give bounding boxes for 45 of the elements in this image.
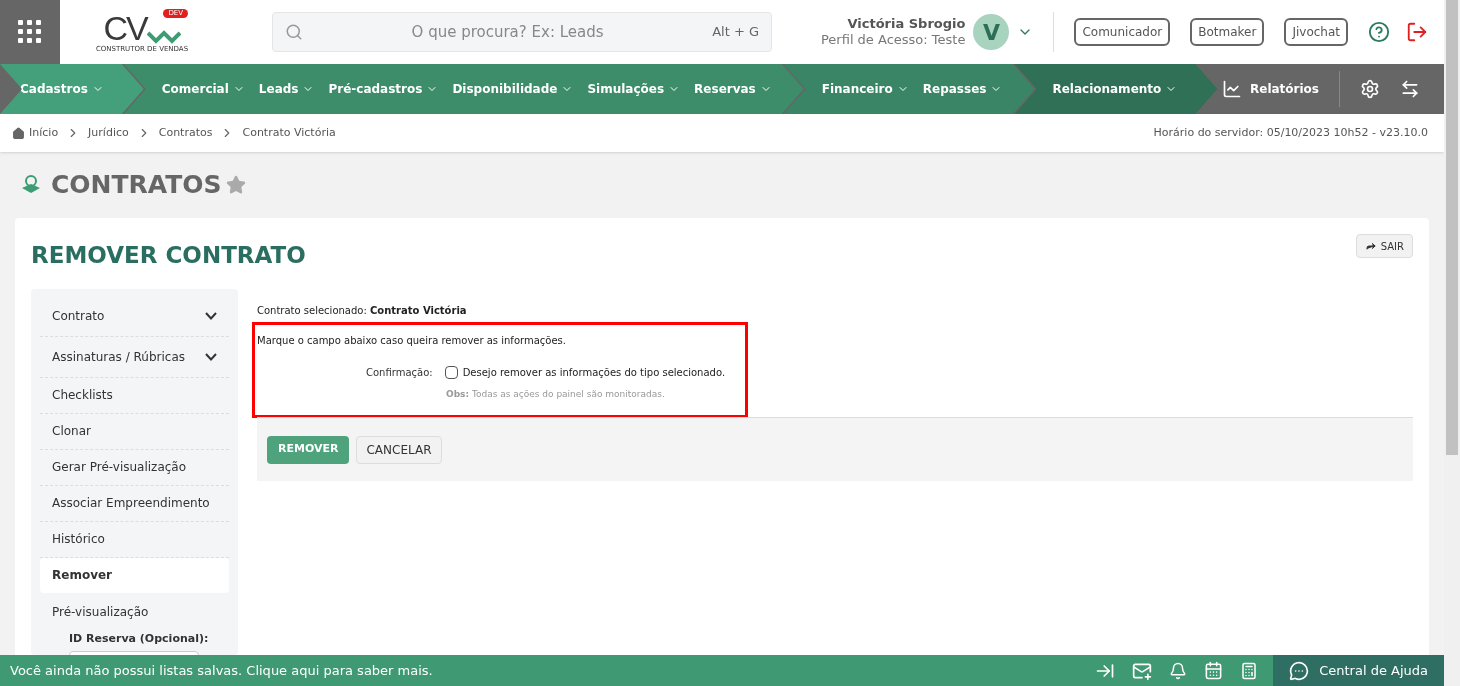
header-button[interactable]: Comunicador bbox=[1074, 18, 1171, 46]
nav-menu-item[interactable]: Reservas bbox=[694, 80, 772, 98]
side-menu-item[interactable]: Clonar bbox=[40, 413, 229, 450]
search-placeholder: O que procura? Ex: Leads bbox=[410, 21, 605, 43]
breadcrumb-link[interactable]: Contrato Victória bbox=[242, 124, 336, 142]
logo-letters: CV bbox=[103, 10, 147, 45]
side-menu-item[interactable]: Remover bbox=[40, 557, 229, 593]
nav-menu-item[interactable]: Relacionamento bbox=[1052, 80, 1178, 98]
shortcut-hint: Alt + G bbox=[712, 23, 759, 42]
reports-link[interactable]: Relatórios bbox=[1222, 79, 1319, 99]
confirmation-label: Confirmação: bbox=[366, 365, 433, 380]
obs-text: Obs: Todas as ações do painel são monitoradas. bbox=[445, 387, 666, 401]
field-label: ID Reserva (Opcional): bbox=[69, 630, 210, 647]
side-menu-item[interactable]: Assinaturas / Rúbricas bbox=[40, 336, 229, 378]
search-field[interactable]: O que procura? Ex: Leads Alt + G bbox=[272, 12, 772, 52]
header-button[interactable]: Botmaker bbox=[1190, 18, 1265, 46]
nav-menu-item[interactable]: Financeiro bbox=[821, 80, 909, 98]
nav-menu-item[interactable]: Pré-cadastros bbox=[328, 80, 439, 98]
access-profile: Perfil de Acesso: Teste bbox=[820, 32, 966, 48]
side-menu-item[interactable]: Associar Empreendimento bbox=[40, 485, 229, 522]
nav-menu-item[interactable]: Simulações bbox=[587, 80, 681, 98]
page-title: CONTRATOS bbox=[51, 169, 222, 202]
header-button[interactable]: Jivochat bbox=[1284, 18, 1348, 46]
selected-contract-text: Contrato selecionado: Contrato Victória bbox=[257, 303, 468, 318]
breadcrumb-link[interactable]: Contratos bbox=[158, 124, 213, 142]
side-menu-item[interactable]: Contrato bbox=[40, 295, 229, 337]
side-menu-item[interactable]: Histórico bbox=[40, 521, 229, 558]
breadcrumb-link[interactable]: Jurídico bbox=[88, 124, 129, 142]
server-time: Horário do servidor: 05/10/2023 10h52 - v23.10.0 bbox=[1153, 124, 1429, 141]
instruction-text: Marque o campo abaixo caso queira remover as informações. bbox=[257, 333, 567, 348]
nav-menu-item[interactable]: Leads bbox=[258, 80, 315, 98]
user-avatar[interactable]: V bbox=[973, 14, 1010, 50]
nav-menu-item[interactable]: Comercial bbox=[161, 80, 245, 98]
card-title: REMOVER CONTRATO bbox=[31, 241, 306, 270]
checkbox-label: Desejo remover as informações do tipo selecionado. bbox=[462, 365, 726, 380]
user-name: Victória Sbrogio bbox=[847, 16, 966, 32]
exit-button[interactable]: SAIR bbox=[1355, 234, 1413, 258]
nav-menu-item[interactable]: Repasses bbox=[922, 80, 1003, 98]
breadcrumb-link[interactable]: Início bbox=[29, 124, 59, 142]
side-menu-item[interactable]: Checklists bbox=[40, 377, 229, 414]
side-menu-item[interactable]: Gerar Pré-visualização bbox=[40, 449, 229, 486]
side-menu-item[interactable]: Pré-visualização bbox=[40, 592, 229, 631]
cancel-button[interactable]: CANCELAR bbox=[356, 435, 442, 464]
help-center-button[interactable]: Central de Ajuda bbox=[1273, 655, 1444, 686]
nav-menu-item[interactable]: Disponibilidade bbox=[452, 80, 574, 98]
